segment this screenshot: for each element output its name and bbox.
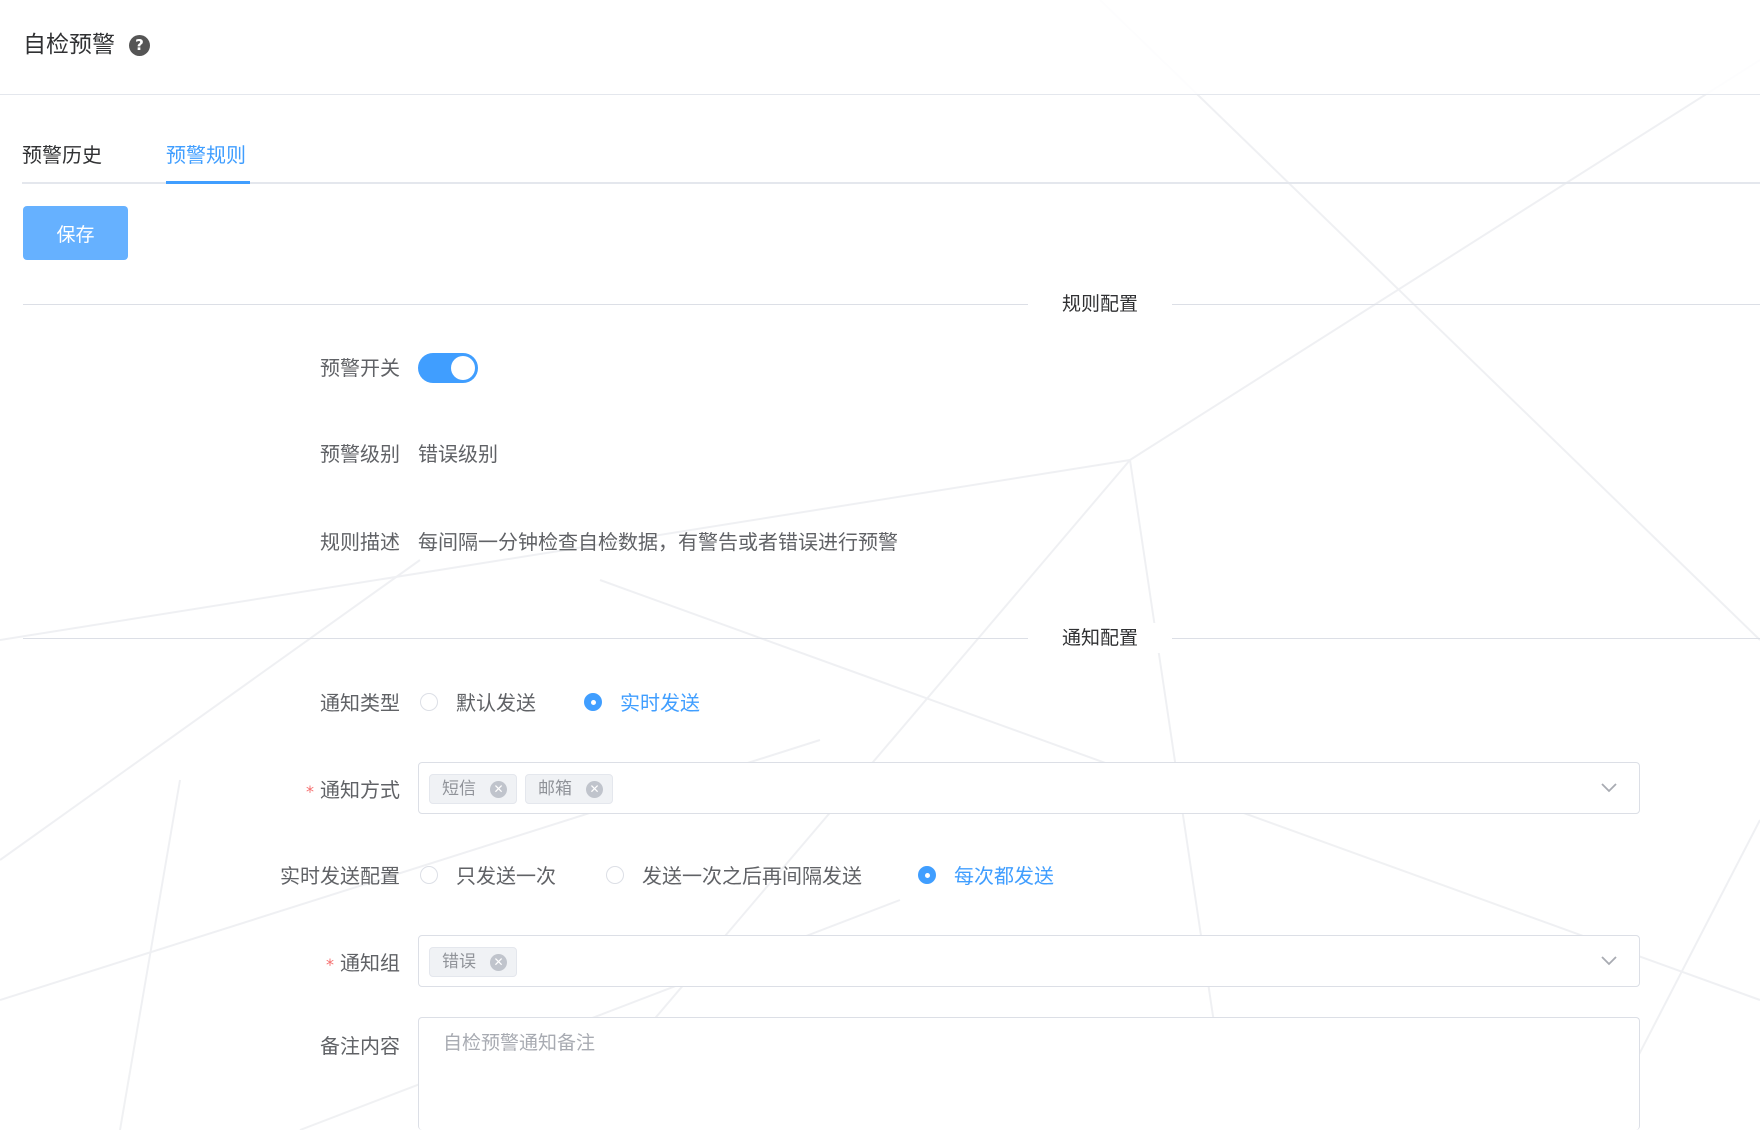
tag-close-icon[interactable]: ✕ (586, 781, 603, 798)
notify-group-select[interactable]: 错误 ✕ (418, 935, 1640, 987)
remark-label: 备注内容 (320, 1034, 400, 1058)
tag-close-icon[interactable]: ✕ (490, 954, 507, 971)
tag-text: 错误 (442, 952, 476, 972)
chevron-down-icon[interactable] (1599, 777, 1619, 797)
radio-label: 只发送一次 (456, 864, 556, 888)
required-asterisk: * (306, 782, 314, 801)
save-button[interactable]: 保存 (23, 206, 128, 260)
rule-config-title: 规则配置 (1028, 289, 1172, 319)
alert-switch-label: 预警开关 (320, 356, 400, 380)
notify-group-label: * 通知组 (20, 947, 400, 981)
radio-circle (918, 866, 936, 884)
tag-text: 邮箱 (538, 779, 572, 799)
notify-config-title: 通知配置 (1028, 623, 1172, 653)
tab-bar: 预警历史 预警规则 (22, 138, 1760, 184)
radio-circle (420, 693, 438, 711)
rule-desc-label: 规则描述 (320, 530, 400, 554)
notify-method-label-text: 通知方式 (320, 778, 400, 802)
notify-type-label: 通知类型 (320, 691, 400, 715)
tag-close-icon[interactable]: ✕ (490, 781, 507, 798)
radio-label: 发送一次之后再间隔发送 (642, 864, 862, 888)
radio-circle (420, 866, 438, 884)
alert-switch[interactable] (418, 353, 478, 383)
radio-label: 默认发送 (456, 691, 536, 715)
tag-text: 短信 (442, 779, 476, 799)
rule-config-divider (23, 304, 1760, 305)
radio-circle (584, 693, 602, 711)
alert-level-value: 错误级别 (418, 442, 498, 466)
page-title: 自检预警 (23, 32, 115, 58)
tag-sms: 短信 ✕ (429, 774, 517, 804)
page-header: 自检预警 ? (0, 0, 1760, 95)
radio-label: 实时发送 (620, 691, 700, 715)
notify-method-label: * 通知方式 (20, 774, 400, 808)
tab-bar-line (22, 182, 1760, 184)
tab-alert-rules[interactable]: 预警规则 (166, 138, 246, 172)
chevron-down-icon[interactable] (1599, 950, 1619, 970)
radio-circle (606, 866, 624, 884)
question-circle-icon[interactable]: ? (129, 35, 150, 56)
tab-alert-history[interactable]: 预警历史 (22, 138, 102, 172)
tab-active-indicator (166, 181, 250, 184)
required-asterisk: * (326, 955, 334, 974)
rule-desc-value: 每间隔一分钟检查自检数据，有警告或者错误进行预警 (418, 530, 898, 554)
radio-label: 每次都发送 (954, 864, 1054, 888)
notify-group-label-text: 通知组 (340, 951, 400, 975)
tag-error: 错误 ✕ (429, 947, 517, 977)
tag-email: 邮箱 ✕ (525, 774, 613, 804)
realtime-config-label: 实时发送配置 (280, 864, 400, 888)
switch-knob (451, 356, 475, 380)
notify-config-divider (23, 638, 1760, 639)
notify-method-select[interactable]: 短信 ✕ 邮箱 ✕ (418, 762, 1640, 814)
alert-level-label: 预警级别 (320, 442, 400, 466)
remark-textarea[interactable] (418, 1017, 1640, 1130)
